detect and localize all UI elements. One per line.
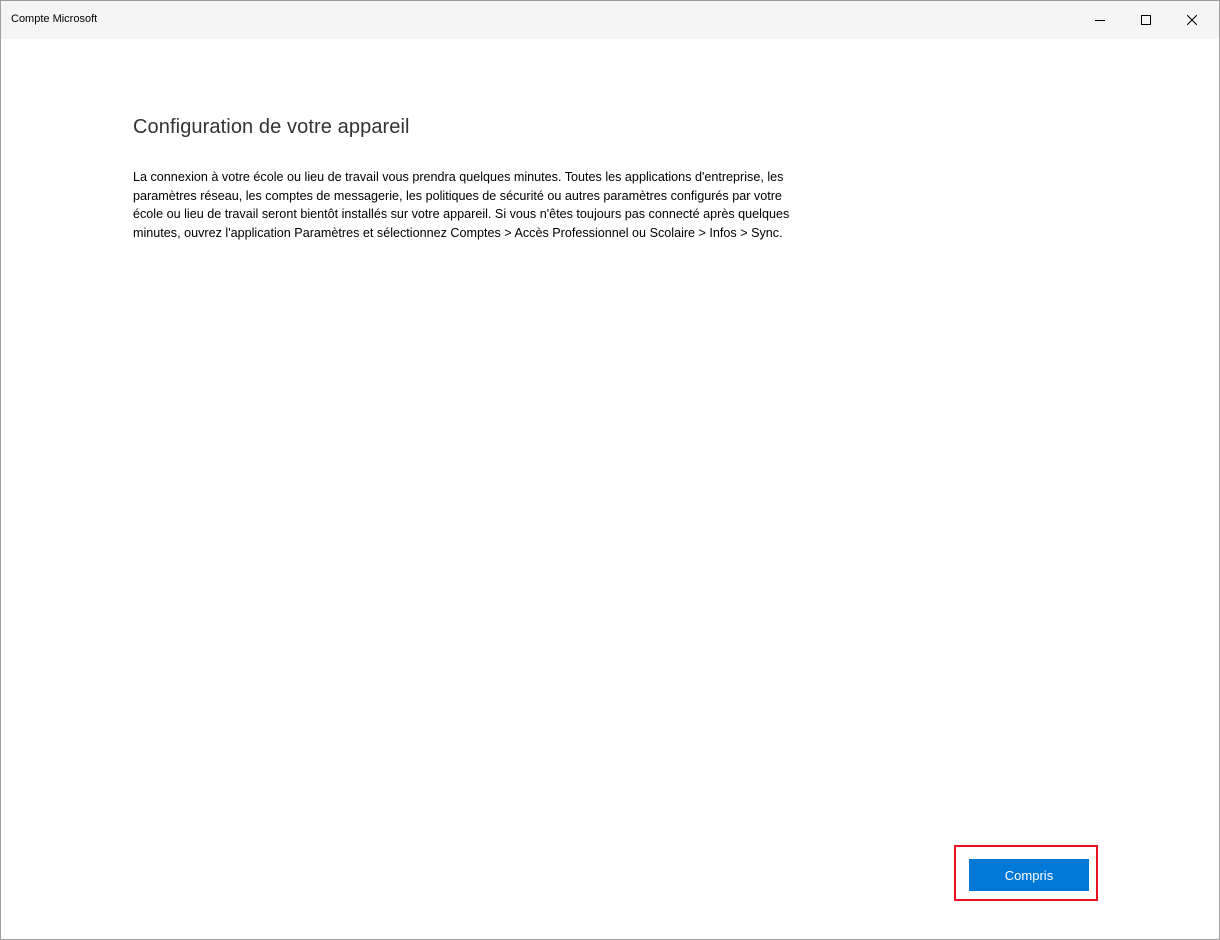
app-window: Compte Microsoft Configuration de votre … <box>0 0 1220 940</box>
close-icon <box>1187 15 1197 25</box>
page-title: Configuration de votre appareil <box>133 116 410 138</box>
description-text: La connexion à votre école ou lieu de tr… <box>133 170 790 240</box>
main-content: Configuration de votre appareil La conne… <box>1 39 1219 939</box>
maximize-button[interactable] <box>1123 1 1169 39</box>
minimize-icon <box>1095 20 1105 21</box>
maximize-icon <box>1141 15 1151 25</box>
close-button[interactable] <box>1169 1 1215 39</box>
window-title: Compte Microsoft <box>11 13 98 25</box>
title-bar[interactable]: Compte Microsoft <box>1 1 1219 39</box>
minimize-button[interactable] <box>1077 1 1123 39</box>
compris-button[interactable]: Compris <box>969 859 1089 891</box>
